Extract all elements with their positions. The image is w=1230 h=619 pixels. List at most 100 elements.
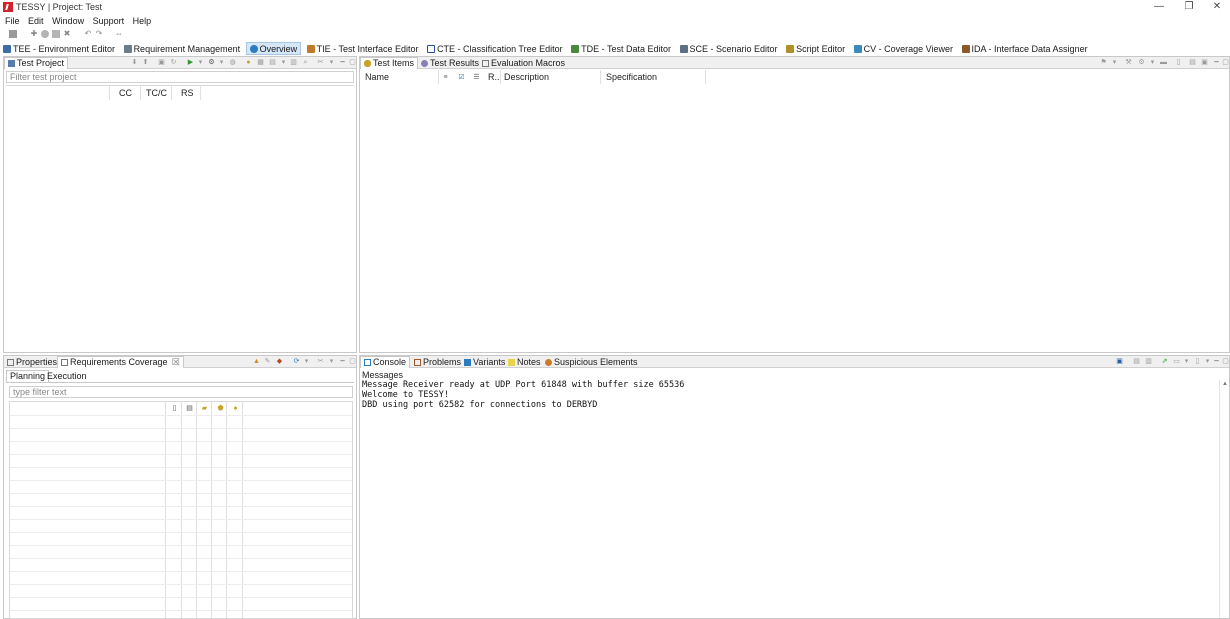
minimize-pane-icon[interactable]: ━ <box>1213 358 1220 365</box>
save-log-icon[interactable]: ▣ <box>1116 358 1123 365</box>
document-icon[interactable]: ▯ <box>171 405 178 412</box>
link-icon[interactable]: ◆ <box>276 358 283 365</box>
tab-requirements-coverage[interactable]: Requirements Coverage ☒ <box>57 356 184 368</box>
new-icon[interactable]: ✚ <box>30 30 38 38</box>
open-console-icon[interactable]: ⇗ <box>1161 358 1168 365</box>
close-button[interactable]: ✕ <box>1202 0 1230 14</box>
perspective-tee[interactable]: TEE - Environment Editor <box>0 42 118 55</box>
refresh-icon[interactable]: ↻ <box>170 59 177 66</box>
list-column-icon[interactable]: ☰ <box>473 74 480 81</box>
tab-properties[interactable]: Properties <box>4 356 60 368</box>
new-console-icon[interactable]: ▯ <box>1194 358 1201 365</box>
tools-icon[interactable]: ⚒ <box>1125 59 1132 66</box>
filter-icon[interactable]: ✂ <box>317 358 324 365</box>
navigate-icon[interactable]: ⚑ <box>1100 59 1107 66</box>
column-tcc[interactable]: TC/C <box>146 87 167 99</box>
subtab-execution[interactable]: Execution <box>44 370 90 382</box>
column-name[interactable]: Name <box>365 71 389 83</box>
copy-log-icon[interactable]: ▤ <box>1133 358 1140 365</box>
report-icon[interactable]: ◍ <box>229 59 236 66</box>
minimize-button[interactable]: — <box>1144 0 1174 14</box>
perspective-requirement-management[interactable]: Requirement Management <box>121 42 244 55</box>
shield-icon[interactable]: ⬟ <box>217 405 224 412</box>
copy-icon[interactable] <box>52 30 60 38</box>
tab-variants[interactable]: Variants <box>461 356 508 368</box>
column-r[interactable]: R.. <box>488 71 500 83</box>
minimize-pane-icon[interactable]: ━ <box>1213 59 1220 66</box>
menu-help[interactable]: Help <box>130 14 155 28</box>
sync-icon[interactable]: ⇔ <box>115 30 123 38</box>
column-rs[interactable]: RS <box>181 87 194 99</box>
display-console-icon[interactable]: ▭ <box>1173 358 1180 365</box>
view-menu-icon[interactable]: ▣ <box>1201 59 1208 66</box>
run-icon[interactable]: ▶ <box>187 59 194 66</box>
tab-notes[interactable]: Notes <box>505 356 544 368</box>
run-dropdown-icon[interactable]: ▾ <box>197 59 204 66</box>
close-tab-icon[interactable]: ☒ <box>172 357 180 368</box>
console-output[interactable]: Message Receiver ready at UDP Port 61848… <box>362 380 1217 616</box>
list-icon[interactable]: ▤ <box>186 405 193 412</box>
split-icon[interactable]: ▤ <box>1189 59 1196 66</box>
status-column-icon[interactable]: ≡ <box>442 74 449 81</box>
save-icon[interactable] <box>9 30 17 38</box>
maximize-pane-icon[interactable]: ▢ <box>349 358 356 365</box>
display-dropdown-icon[interactable]: ▾ <box>1183 358 1190 365</box>
restore-button[interactable]: ❐ <box>1174 0 1204 14</box>
clear-console-icon[interactable]: ▥ <box>1145 358 1152 365</box>
perspective-tde[interactable]: TDE - Test Data Editor <box>568 42 674 55</box>
perspective-overview[interactable]: Overview <box>245 42 302 55</box>
filter-icon[interactable]: ✂ <box>317 59 324 66</box>
open-icon[interactable] <box>41 30 49 38</box>
move-up-icon[interactable]: ⬆ <box>142 59 149 66</box>
test-project-filter-input[interactable]: Filter test project <box>6 71 354 83</box>
view-menu-icon[interactable]: ▾ <box>328 59 335 66</box>
maximize-pane-icon[interactable]: ▢ <box>1222 59 1229 66</box>
perspective-tie[interactable]: TIE - Test Interface Editor <box>304 42 422 55</box>
sync-icon[interactable]: ⟳ <box>293 358 300 365</box>
column-cc[interactable]: CC <box>119 87 132 99</box>
navigate-dropdown-icon[interactable]: ▾ <box>1111 59 1118 66</box>
perspective-cv[interactable]: CV - Coverage Viewer <box>851 42 956 55</box>
menu-support[interactable]: Support <box>90 14 128 28</box>
perspective-sce[interactable]: SCE - Scenario Editor <box>677 42 781 55</box>
maximize-pane-icon[interactable]: ▢ <box>1222 358 1229 365</box>
badge-icon[interactable]: ● <box>232 405 239 412</box>
tab-suspicious-elements[interactable]: Suspicious Elements <box>542 356 641 368</box>
menu-file[interactable]: File <box>2 14 23 28</box>
execute-icon[interactable]: ⚙ <box>208 59 215 66</box>
redo-icon[interactable]: ↷ <box>95 30 103 38</box>
coverage-icon[interactable]: ● <box>245 59 252 66</box>
new-console-dropdown-icon[interactable]: ▾ <box>1204 358 1211 365</box>
perspective-script-editor[interactable]: Script Editor <box>783 42 848 55</box>
menu-edit[interactable]: Edit <box>25 14 47 28</box>
copy-item-icon[interactable]: ▣ <box>158 59 165 66</box>
scroll-up-icon[interactable]: ▲ <box>1222 381 1228 387</box>
warning-icon[interactable]: ▲ <box>253 358 260 365</box>
settings-icon[interactable]: ⚙ <box>1138 59 1145 66</box>
column-description[interactable]: Description <box>504 71 549 83</box>
tab-test-results[interactable]: Test Results <box>418 57 482 69</box>
undo-icon[interactable]: ↶ <box>84 30 92 38</box>
delete-icon[interactable]: ✖ <box>63 30 71 38</box>
import-icon[interactable]: ▤ <box>269 59 276 66</box>
pin-icon[interactable]: ✎ <box>264 358 271 365</box>
check-column-icon[interactable]: ☑ <box>458 74 465 81</box>
tab-console[interactable]: Console <box>360 356 411 368</box>
collapse-icon[interactable]: ▬ <box>1160 59 1167 66</box>
minimize-pane-icon[interactable]: ━ <box>339 59 346 66</box>
menu-window[interactable]: Window <box>49 14 87 28</box>
folder-icon[interactable]: ▰ <box>201 405 208 412</box>
sync-dropdown-icon[interactable]: ▾ <box>303 358 310 365</box>
column-specification[interactable]: Specification <box>606 71 657 83</box>
settings-dropdown-icon[interactable]: ▾ <box>1149 59 1156 66</box>
perspective-ida[interactable]: IDA - Interface Data Assigner <box>959 42 1091 55</box>
move-down-icon[interactable]: ⬇ <box>131 59 138 66</box>
console-scrollbar[interactable]: ▲ <box>1219 380 1229 618</box>
search-icon[interactable]: ⌕ <box>302 59 309 66</box>
analyze-icon[interactable]: ▦ <box>257 59 264 66</box>
import-dropdown-icon[interactable]: ▾ <box>280 59 287 66</box>
tab-evaluation-macros[interactable]: Evaluation Macros <box>479 57 568 69</box>
subtab-planning[interactable]: Planning <box>6 370 50 382</box>
execute-dropdown-icon[interactable]: ▾ <box>218 59 225 66</box>
tab-problems[interactable]: Problems <box>411 356 464 368</box>
